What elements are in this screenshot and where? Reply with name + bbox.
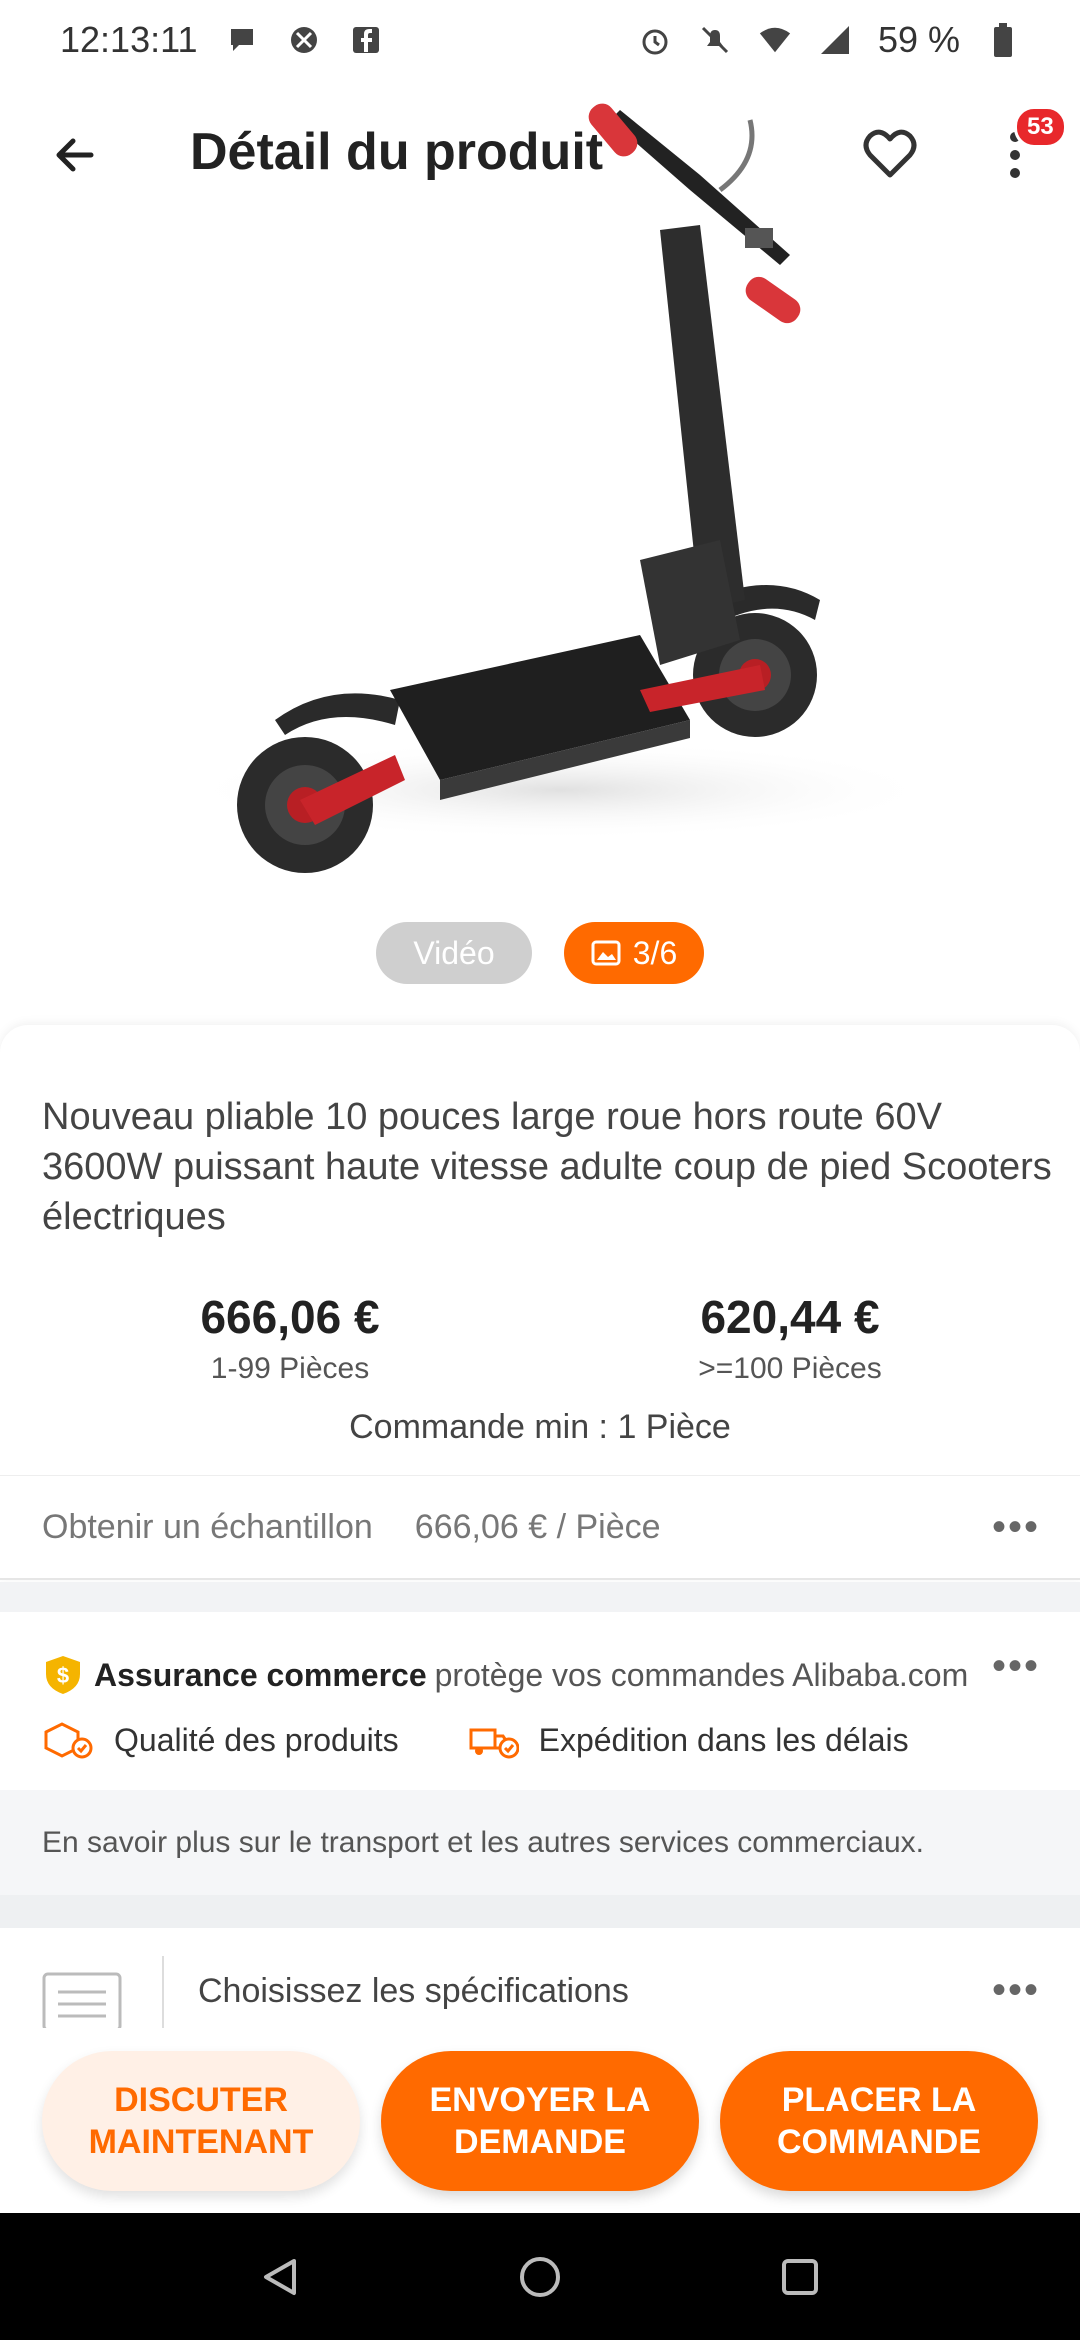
- triangle-back-icon: [264, 2258, 296, 2295]
- battery-percent: 59 %: [877, 19, 960, 60]
- message-icon: [225, 23, 259, 57]
- truck-check-icon: [469, 1728, 519, 1759]
- list-icon: [42, 1972, 122, 2032]
- alarm-icon: [638, 23, 672, 57]
- image-icon: [591, 940, 621, 966]
- video-toggle[interactable]: Vidéo: [376, 922, 532, 984]
- services-info-link[interactable]: En savoir plus sur le transport et les a…: [0, 1790, 1080, 1895]
- clock: 12:13:11: [60, 19, 198, 60]
- feature-quality: Qualité des produits: [42, 1720, 399, 1760]
- specifications-row[interactable]: Choisissez les spécifications •••: [0, 1928, 1080, 2036]
- back-nav-button[interactable]: [250, 2247, 310, 2307]
- sample-label: Obtenir un échantillon: [42, 1507, 373, 1546]
- page-title: Détail du produit: [190, 123, 604, 181]
- favorite-button[interactable]: [855, 118, 925, 188]
- home-nav-button[interactable]: [510, 2247, 570, 2307]
- navigation-bar: [0, 2213, 1080, 2340]
- chat-now-label: DISCUTER MAINTENANT: [88, 2080, 314, 2161]
- feature-label: Qualité des produits: [114, 1721, 399, 1758]
- min-order: Commande min : 1 Pièce: [349, 1408, 731, 1446]
- photo-counter: 3/6: [632, 934, 678, 971]
- app-bar: Détail du produit: [0, 100, 1080, 210]
- product-title: Nouveau pliable 10 pouces large roue hor…: [42, 1096, 1052, 1238]
- price: 666,06 €: [200, 1291, 380, 1343]
- notification-badge: 53: [1014, 106, 1067, 148]
- quantity-range: >=100 Pièces: [698, 1352, 882, 1385]
- chat-now-button[interactable]: DISCUTER MAINTENANT: [42, 2050, 360, 2191]
- price-tier-2: 620,44 € >=100 Pièces: [580, 1290, 1000, 1386]
- arrow-left-icon: [56, 138, 94, 172]
- status-bar: 12:13:11 59 %: [0, 0, 1080, 80]
- mute-icon: [698, 23, 732, 57]
- box-check-icon: [44, 1722, 93, 1759]
- media-toggles: Vidéo 3/6: [0, 922, 1080, 984]
- photo-toggle[interactable]: 3/6: [564, 922, 704, 984]
- section-divider: [0, 1895, 1080, 1928]
- action-bar: DISCUTER MAINTENANT ENVOYER LA DEMANDE P…: [0, 2028, 1080, 2213]
- services-info-text: En savoir plus sur le transport et les a…: [42, 1825, 924, 1859]
- send-inquiry-label: ENVOYER LA DEMANDE: [429, 2080, 651, 2161]
- price: 620,44 €: [700, 1291, 880, 1343]
- more-horizontal-icon[interactable]: •••: [992, 1505, 1040, 1550]
- quantity-range: 1-99 Pièces: [210, 1352, 370, 1385]
- signal-icon: [818, 23, 852, 57]
- square-recents-icon: [782, 2258, 818, 2295]
- trade-assurance[interactable]: $ Assurance commerce protège vos command…: [0, 1612, 1080, 1790]
- feature-shipping: Expédition dans les délais: [467, 1720, 909, 1760]
- feature-label: Expédition dans les délais: [538, 1721, 909, 1758]
- assurance-brand: Assurance commerce: [94, 1656, 427, 1693]
- shield-dollar-icon: $: [46, 1656, 80, 1694]
- facebook-icon: [349, 23, 383, 57]
- divider: [162, 1956, 164, 2036]
- sample-row[interactable]: Obtenir un échantillon 666,06 € / Pièce …: [0, 1475, 1080, 1580]
- wifi-icon: [758, 23, 792, 57]
- circle-home-icon: [520, 2256, 560, 2297]
- more-horizontal-icon[interactable]: •••: [992, 1644, 1040, 1689]
- price-tier-1: 666,06 € 1-99 Pièces: [80, 1290, 500, 1386]
- place-order-button[interactable]: PLACER LA COMMANDE: [720, 2050, 1038, 2191]
- svg-text:$: $: [57, 1663, 69, 1688]
- assurance-desc: protège vos commandes Alibaba.com: [434, 1656, 969, 1693]
- place-order-label: PLACER LA COMMANDE: [777, 2080, 981, 2161]
- video-label: Vidéo: [413, 934, 495, 971]
- battery-icon: [986, 23, 1020, 57]
- sample-price: 666,06 € / Pièce: [414, 1507, 661, 1546]
- send-inquiry-button[interactable]: ENVOYER LA DEMANDE: [381, 2050, 699, 2191]
- recents-nav-button[interactable]: [770, 2247, 830, 2307]
- vpn-icon: [287, 23, 321, 57]
- specifications-label: Choisissez les spécifications: [198, 1972, 629, 2010]
- heart-icon: [863, 129, 917, 178]
- more-horizontal-icon[interactable]: •••: [992, 1968, 1040, 2013]
- section-divider: [0, 1582, 1080, 1612]
- back-button[interactable]: [40, 120, 110, 190]
